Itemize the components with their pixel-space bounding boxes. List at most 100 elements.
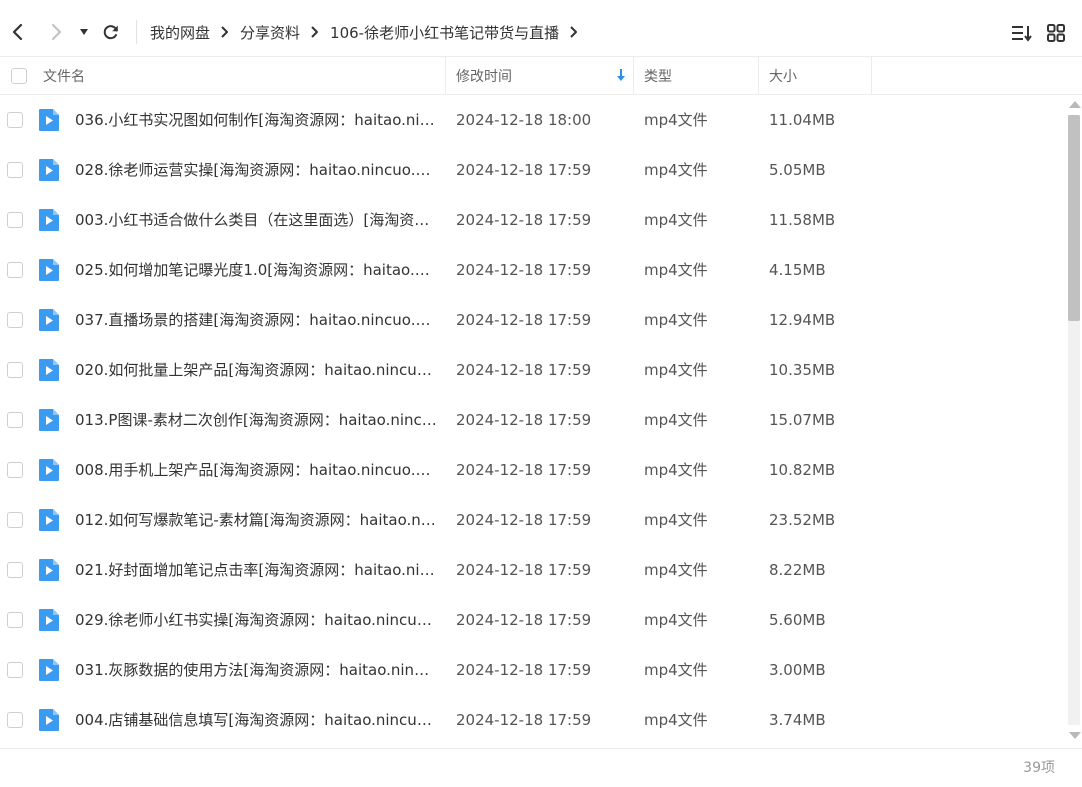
- column-divider[interactable]: [445, 57, 446, 94]
- scrollbar-thumb[interactable]: [1068, 115, 1080, 321]
- file-type: mp4文件: [644, 511, 708, 529]
- file-type: mp4文件: [644, 211, 708, 229]
- refresh-button[interactable]: [98, 19, 124, 45]
- row-checkbox[interactable]: [7, 162, 23, 178]
- scroll-up-icon[interactable]: [1069, 101, 1081, 108]
- toolbar: 我的网盘 分享资料 106-徐老师小红书笔记带货与直播: [0, 0, 1082, 57]
- file-row[interactable]: 012.如何写爆款笔记-素材篇[海淘资源网：haitao.nincuo.cc].…: [0, 495, 1066, 545]
- file-size: 5.05MB: [769, 161, 826, 179]
- video-file-icon: [39, 509, 59, 531]
- file-name[interactable]: 031.灰豚数据的使用方法[海淘资源网：haitao.nincuo.cc].mp…: [75, 645, 437, 695]
- breadcrumb-item-current-folder[interactable]: 106-徐老师小红书笔记带货与直播: [330, 22, 559, 43]
- file-row[interactable]: 036.小红书实况图如何制作[海淘资源网：haitao.nincuo.cc].m…: [0, 95, 1066, 145]
- select-all-checkbox[interactable]: [11, 67, 27, 84]
- column-modified[interactable]: 修改时间: [456, 57, 626, 94]
- file-modified-time: 2024-12-18 17:59: [456, 261, 592, 279]
- row-checkbox[interactable]: [7, 512, 23, 528]
- file-row[interactable]: 028.徐老师运营实操[海淘资源网：haitao.nincuo.cc].mp4 2…: [0, 145, 1066, 195]
- breadcrumb-item-my-drive[interactable]: 我的网盘: [150, 22, 210, 43]
- breadcrumb-item-shared[interactable]: 分享资料: [240, 22, 300, 43]
- column-name[interactable]: 文件名: [43, 57, 85, 94]
- file-size: 5.60MB: [769, 611, 826, 629]
- file-name[interactable]: 012.如何写爆款笔记-素材篇[海淘资源网：haitao.nincuo.cc].…: [75, 495, 437, 545]
- file-type: mp4文件: [644, 411, 708, 429]
- file-name[interactable]: 036.小红书实况图如何制作[海淘资源网：haitao.nincuo.cc].m…: [75, 95, 437, 145]
- file-type: mp4文件: [644, 561, 708, 579]
- video-file-icon: [39, 209, 59, 231]
- column-name-label: 文件名: [43, 68, 85, 85]
- file-size: 11.58MB: [769, 211, 836, 229]
- row-checkbox[interactable]: [7, 612, 23, 628]
- back-button[interactable]: [5, 19, 31, 45]
- status-bar: 39项: [0, 748, 1082, 787]
- file-name[interactable]: 025.如何增加笔记曝光度1.0[海淘资源网：haitao.nincuo.cc]…: [75, 245, 437, 295]
- grid-view-icon: [1047, 24, 1065, 42]
- row-checkbox[interactable]: [7, 462, 23, 478]
- sort-button[interactable]: [1009, 21, 1033, 45]
- file-modified-time: 2024-12-18 17:59: [456, 661, 592, 679]
- file-row[interactable]: 020.如何批量上架产品[海淘资源网：haitao.nincuo.cc].mp4…: [0, 345, 1066, 395]
- file-modified-time: 2024-12-18 17:59: [456, 461, 592, 479]
- column-divider[interactable]: [633, 57, 634, 94]
- file-size: 11.04MB: [769, 111, 836, 129]
- file-row[interactable]: 029.徐老师小红书实操[海淘资源网：haitao.nincuo.cc].mp4…: [0, 595, 1066, 645]
- file-row[interactable]: 004.店铺基础信息填写[海淘资源网：haitao.nincuo.cc].mp4…: [0, 695, 1066, 745]
- file-type: mp4文件: [644, 611, 708, 629]
- file-row[interactable]: 003.小红书适合做什么类目（在这里面选）[海淘资源网：haitao.nincu…: [0, 195, 1066, 245]
- file-name[interactable]: 013.P图课-素材二次创作[海淘资源网：haitao.nincuo.cc].m…: [75, 395, 437, 445]
- sort-list-icon: [1012, 26, 1032, 42]
- file-type: mp4文件: [644, 311, 708, 329]
- file-row[interactable]: 013.P图课-素材二次创作[海淘资源网：haitao.nincuo.cc].m…: [0, 395, 1066, 445]
- history-dropdown-button[interactable]: [73, 19, 95, 45]
- column-size[interactable]: 大小: [769, 57, 797, 94]
- file-row[interactable]: 037.直播场景的搭建[海淘资源网：haitao.nincuo.cc].mp4 2…: [0, 295, 1066, 345]
- file-row[interactable]: 031.灰豚数据的使用方法[海淘资源网：haitao.nincuo.cc].mp…: [0, 645, 1066, 695]
- column-divider[interactable]: [758, 57, 759, 94]
- file-modified-time: 2024-12-18 17:59: [456, 561, 592, 579]
- row-checkbox[interactable]: [7, 562, 23, 578]
- row-checkbox[interactable]: [7, 412, 23, 428]
- breadcrumb: 我的网盘 分享资料 106-徐老师小红书笔记带货与直播: [150, 19, 589, 45]
- scroll-down-icon[interactable]: [1069, 732, 1081, 739]
- toolbar-divider: [136, 20, 137, 44]
- column-type[interactable]: 类型: [644, 57, 672, 94]
- file-modified-time: 2024-12-18 17:59: [456, 411, 592, 429]
- column-type-label: 类型: [644, 68, 672, 85]
- file-size: 10.35MB: [769, 361, 836, 379]
- view-toggle-button[interactable]: [1044, 21, 1068, 45]
- row-checkbox[interactable]: [7, 262, 23, 278]
- row-checkbox[interactable]: [7, 212, 23, 228]
- video-file-icon: [39, 559, 59, 581]
- video-file-icon: [39, 459, 59, 481]
- vertical-scrollbar[interactable]: [1066, 97, 1082, 748]
- item-count: 39项: [1023, 760, 1055, 776]
- file-size: 12.94MB: [769, 311, 836, 329]
- file-row[interactable]: 021.好封面增加笔记点击率[海淘资源网：haitao.nincuo.cc].m…: [0, 545, 1066, 595]
- file-size: 23.52MB: [769, 511, 836, 529]
- file-type: mp4文件: [644, 711, 708, 729]
- file-name[interactable]: 037.直播场景的搭建[海淘资源网：haitao.nincuo.cc].mp4: [75, 295, 437, 345]
- file-modified-time: 2024-12-18 17:59: [456, 211, 592, 229]
- file-name[interactable]: 021.好封面增加笔记点击率[海淘资源网：haitao.nincuo.cc].m…: [75, 545, 437, 595]
- file-name[interactable]: 003.小红书适合做什么类目（在这里面选）[海淘资源网：haitao.nincu…: [75, 195, 437, 245]
- chevron-right-icon[interactable]: [569, 25, 579, 39]
- file-row[interactable]: 025.如何增加笔记曝光度1.0[海淘资源网：haitao.nincuo.cc]…: [0, 245, 1066, 295]
- file-modified-time: 2024-12-18 17:59: [456, 361, 592, 379]
- file-size: 3.00MB: [769, 661, 826, 679]
- file-modified-time: 2024-12-18 17:59: [456, 711, 592, 729]
- row-checkbox[interactable]: [7, 712, 23, 728]
- file-name[interactable]: 029.徐老师小红书实操[海淘资源网：haitao.nincuo.cc].mp4: [75, 595, 437, 645]
- file-name[interactable]: 020.如何批量上架产品[海淘资源网：haitao.nincuo.cc].mp4: [75, 345, 437, 395]
- video-file-icon: [39, 359, 59, 381]
- file-name[interactable]: 008.用手机上架产品[海淘资源网：haitao.nincuo.cc].mp4: [75, 445, 437, 495]
- forward-button[interactable]: [43, 19, 69, 45]
- column-divider[interactable]: [871, 57, 872, 94]
- row-checkbox[interactable]: [7, 312, 23, 328]
- row-checkbox[interactable]: [7, 662, 23, 678]
- row-checkbox[interactable]: [7, 112, 23, 128]
- row-checkbox[interactable]: [7, 362, 23, 378]
- file-name[interactable]: 004.店铺基础信息填写[海淘资源网：haitao.nincuo.cc].mp4: [75, 695, 437, 745]
- video-file-icon: [39, 159, 59, 181]
- file-name[interactable]: 028.徐老师运营实操[海淘资源网：haitao.nincuo.cc].mp4: [75, 145, 437, 195]
- file-row[interactable]: 008.用手机上架产品[海淘资源网：haitao.nincuo.cc].mp4 2…: [0, 445, 1066, 495]
